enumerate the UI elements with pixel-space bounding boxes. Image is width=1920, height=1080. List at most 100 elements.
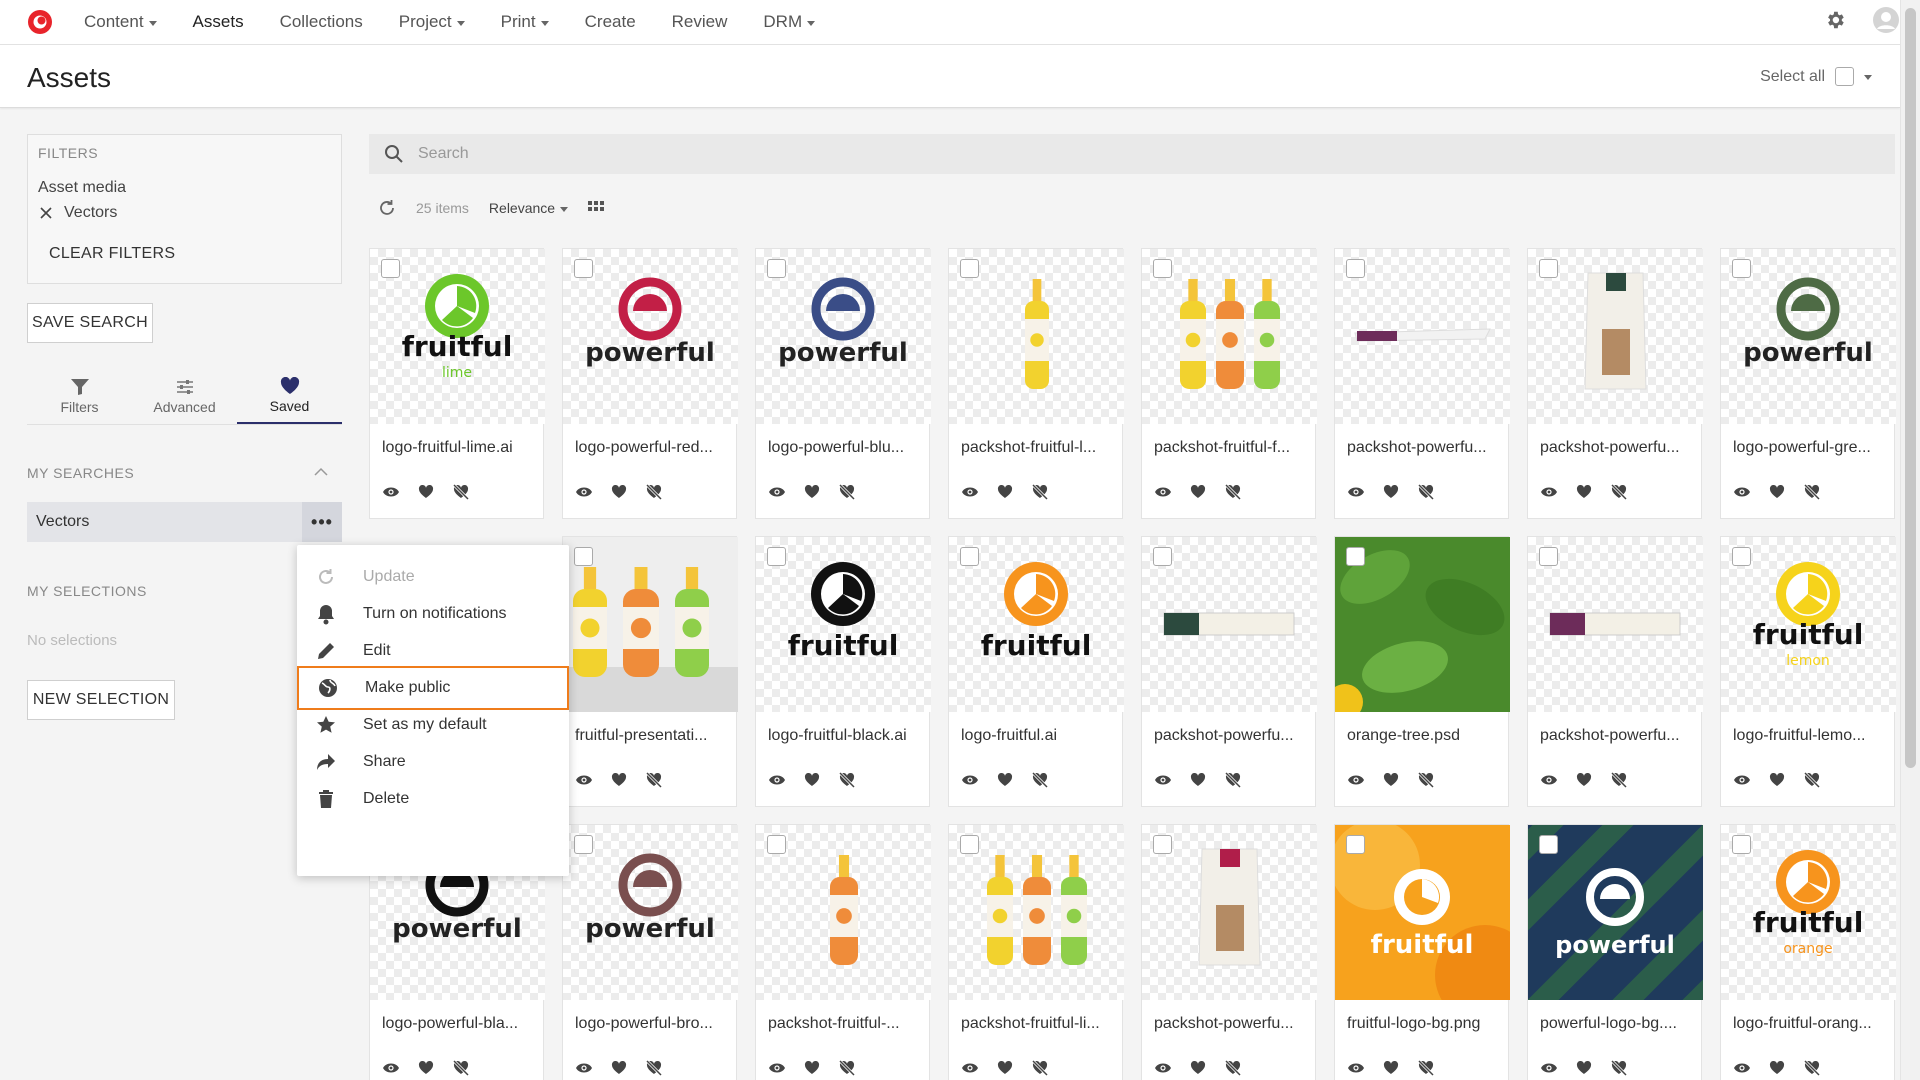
unfavorite-icon[interactable] bbox=[1224, 1060, 1242, 1076]
eye-icon[interactable] bbox=[1347, 485, 1365, 499]
heart-icon[interactable] bbox=[611, 773, 627, 787]
unfavorite-icon[interactable] bbox=[1803, 1060, 1821, 1076]
asset-card[interactable]: packshot-fruitful-li... bbox=[948, 824, 1124, 1080]
asset-card[interactable]: fruitful orange logo-fruitful-orang... bbox=[1720, 824, 1896, 1080]
asset-select-checkbox[interactable] bbox=[767, 835, 786, 854]
asset-select-checkbox[interactable] bbox=[1732, 259, 1751, 278]
heart-icon[interactable] bbox=[804, 1061, 820, 1075]
eye-icon[interactable] bbox=[1733, 773, 1751, 787]
chevron-down-icon[interactable] bbox=[1864, 75, 1872, 80]
unfavorite-icon[interactable] bbox=[1224, 484, 1242, 500]
asset-card[interactable]: fruitful lemon logo-fruitful-lemo... bbox=[1720, 536, 1896, 807]
eye-icon[interactable] bbox=[1540, 773, 1558, 787]
saved-search-item-vectors[interactable]: Vectors ••• bbox=[27, 502, 342, 542]
eye-icon[interactable] bbox=[768, 485, 786, 499]
select-all-control[interactable]: Select all bbox=[1760, 67, 1872, 86]
heart-icon[interactable] bbox=[611, 1061, 627, 1075]
asset-card[interactable]: packshot-powerfu... bbox=[1527, 536, 1703, 807]
page-scrollbar[interactable] bbox=[1900, 0, 1920, 1080]
asset-card[interactable]: fruitful logo-fruitful-black.ai bbox=[755, 536, 931, 807]
eye-icon[interactable] bbox=[1540, 485, 1558, 499]
eye-icon[interactable] bbox=[1733, 485, 1751, 499]
asset-select-checkbox[interactable] bbox=[574, 259, 593, 278]
unfavorite-icon[interactable] bbox=[645, 484, 663, 500]
sort-dropdown[interactable]: Relevance bbox=[489, 200, 569, 216]
save-search-button[interactable]: SAVE SEARCH bbox=[27, 303, 153, 343]
more-options-button[interactable]: ••• bbox=[302, 502, 342, 542]
unfavorite-icon[interactable] bbox=[838, 484, 856, 500]
eye-icon[interactable] bbox=[1540, 1061, 1558, 1075]
heart-icon[interactable] bbox=[997, 1061, 1013, 1075]
heart-icon[interactable] bbox=[1190, 485, 1206, 499]
eye-icon[interactable] bbox=[575, 485, 593, 499]
select-all-checkbox[interactable] bbox=[1835, 67, 1854, 86]
asset-select-checkbox[interactable] bbox=[767, 547, 786, 566]
unfavorite-icon[interactable] bbox=[452, 1060, 470, 1076]
asset-card[interactable]: fruitful-presentati... bbox=[562, 536, 738, 807]
nav-item-print[interactable]: Print bbox=[501, 12, 549, 32]
tab-advanced[interactable]: Advanced bbox=[132, 368, 237, 424]
asset-card[interactable]: packshot-fruitful-... bbox=[755, 824, 931, 1080]
asset-select-checkbox[interactable] bbox=[1732, 547, 1751, 566]
asset-select-checkbox[interactable] bbox=[1346, 547, 1365, 566]
eye-icon[interactable] bbox=[1154, 1061, 1172, 1075]
unfavorite-icon[interactable] bbox=[1417, 1060, 1435, 1076]
asset-select-checkbox[interactable] bbox=[1153, 259, 1172, 278]
unfavorite-icon[interactable] bbox=[1610, 772, 1628, 788]
grid-view-icon[interactable] bbox=[588, 200, 605, 216]
app-logo-icon[interactable] bbox=[26, 8, 54, 36]
eye-icon[interactable] bbox=[1347, 773, 1365, 787]
asset-select-checkbox[interactable] bbox=[1539, 547, 1558, 566]
eye-icon[interactable] bbox=[1733, 1061, 1751, 1075]
heart-icon[interactable] bbox=[1190, 773, 1206, 787]
asset-card[interactable]: powerful logo-powerful-blu... bbox=[755, 248, 931, 519]
asset-select-checkbox[interactable] bbox=[574, 547, 593, 566]
asset-card[interactable]: orange-tree.psd bbox=[1334, 536, 1510, 807]
asset-select-checkbox[interactable] bbox=[767, 259, 786, 278]
tab-saved[interactable]: Saved bbox=[237, 368, 342, 424]
heart-icon[interactable] bbox=[1769, 773, 1785, 787]
nav-item-assets[interactable]: Assets bbox=[193, 12, 244, 32]
asset-card[interactable]: packshot-powerfu... bbox=[1141, 536, 1317, 807]
heart-icon[interactable] bbox=[997, 485, 1013, 499]
unfavorite-icon[interactable] bbox=[452, 484, 470, 500]
heart-icon[interactable] bbox=[1576, 773, 1592, 787]
heart-icon[interactable] bbox=[1576, 485, 1592, 499]
heart-icon[interactable] bbox=[1769, 485, 1785, 499]
search-input[interactable] bbox=[418, 145, 1818, 163]
unfavorite-icon[interactable] bbox=[1031, 484, 1049, 500]
eye-icon[interactable] bbox=[1347, 1061, 1365, 1075]
nav-item-drm[interactable]: DRM bbox=[763, 12, 816, 32]
asset-card[interactable]: packshot-powerfu... bbox=[1527, 248, 1703, 519]
eye-icon[interactable] bbox=[961, 773, 979, 787]
asset-select-checkbox[interactable] bbox=[381, 259, 400, 278]
heart-icon[interactable] bbox=[804, 773, 820, 787]
asset-select-checkbox[interactable] bbox=[1539, 259, 1558, 278]
unfavorite-icon[interactable] bbox=[838, 1060, 856, 1076]
unfavorite-icon[interactable] bbox=[1803, 484, 1821, 500]
heart-icon[interactable] bbox=[1576, 1061, 1592, 1075]
nav-item-collections[interactable]: Collections bbox=[280, 12, 363, 32]
asset-card[interactable]: packshot-fruitful-f... bbox=[1141, 248, 1317, 519]
eye-icon[interactable] bbox=[382, 485, 400, 499]
asset-select-checkbox[interactable] bbox=[1153, 547, 1172, 566]
asset-select-checkbox[interactable] bbox=[574, 835, 593, 854]
heart-icon[interactable] bbox=[1383, 1061, 1399, 1075]
unfavorite-icon[interactable] bbox=[1031, 772, 1049, 788]
asset-select-checkbox[interactable] bbox=[960, 547, 979, 566]
asset-card[interactable]: powerful logo-powerful-red... bbox=[562, 248, 738, 519]
heart-icon[interactable] bbox=[1383, 485, 1399, 499]
asset-card[interactable]: powerful powerful-logo-bg.... bbox=[1527, 824, 1703, 1080]
nav-item-review[interactable]: Review bbox=[672, 12, 728, 32]
clear-filters-button[interactable]: CLEAR FILTERS bbox=[49, 245, 175, 263]
eye-icon[interactable] bbox=[1154, 773, 1172, 787]
unfavorite-icon[interactable] bbox=[645, 1060, 663, 1076]
unfavorite-icon[interactable] bbox=[1417, 484, 1435, 500]
unfavorite-icon[interactable] bbox=[1610, 1060, 1628, 1076]
asset-card[interactable]: packshot-fruitful-l... bbox=[948, 248, 1124, 519]
menu-item-delete[interactable]: Delete bbox=[297, 777, 569, 821]
heart-icon[interactable] bbox=[611, 485, 627, 499]
asset-select-checkbox[interactable] bbox=[1732, 835, 1751, 854]
unfavorite-icon[interactable] bbox=[1031, 1060, 1049, 1076]
unfavorite-icon[interactable] bbox=[1224, 772, 1242, 788]
